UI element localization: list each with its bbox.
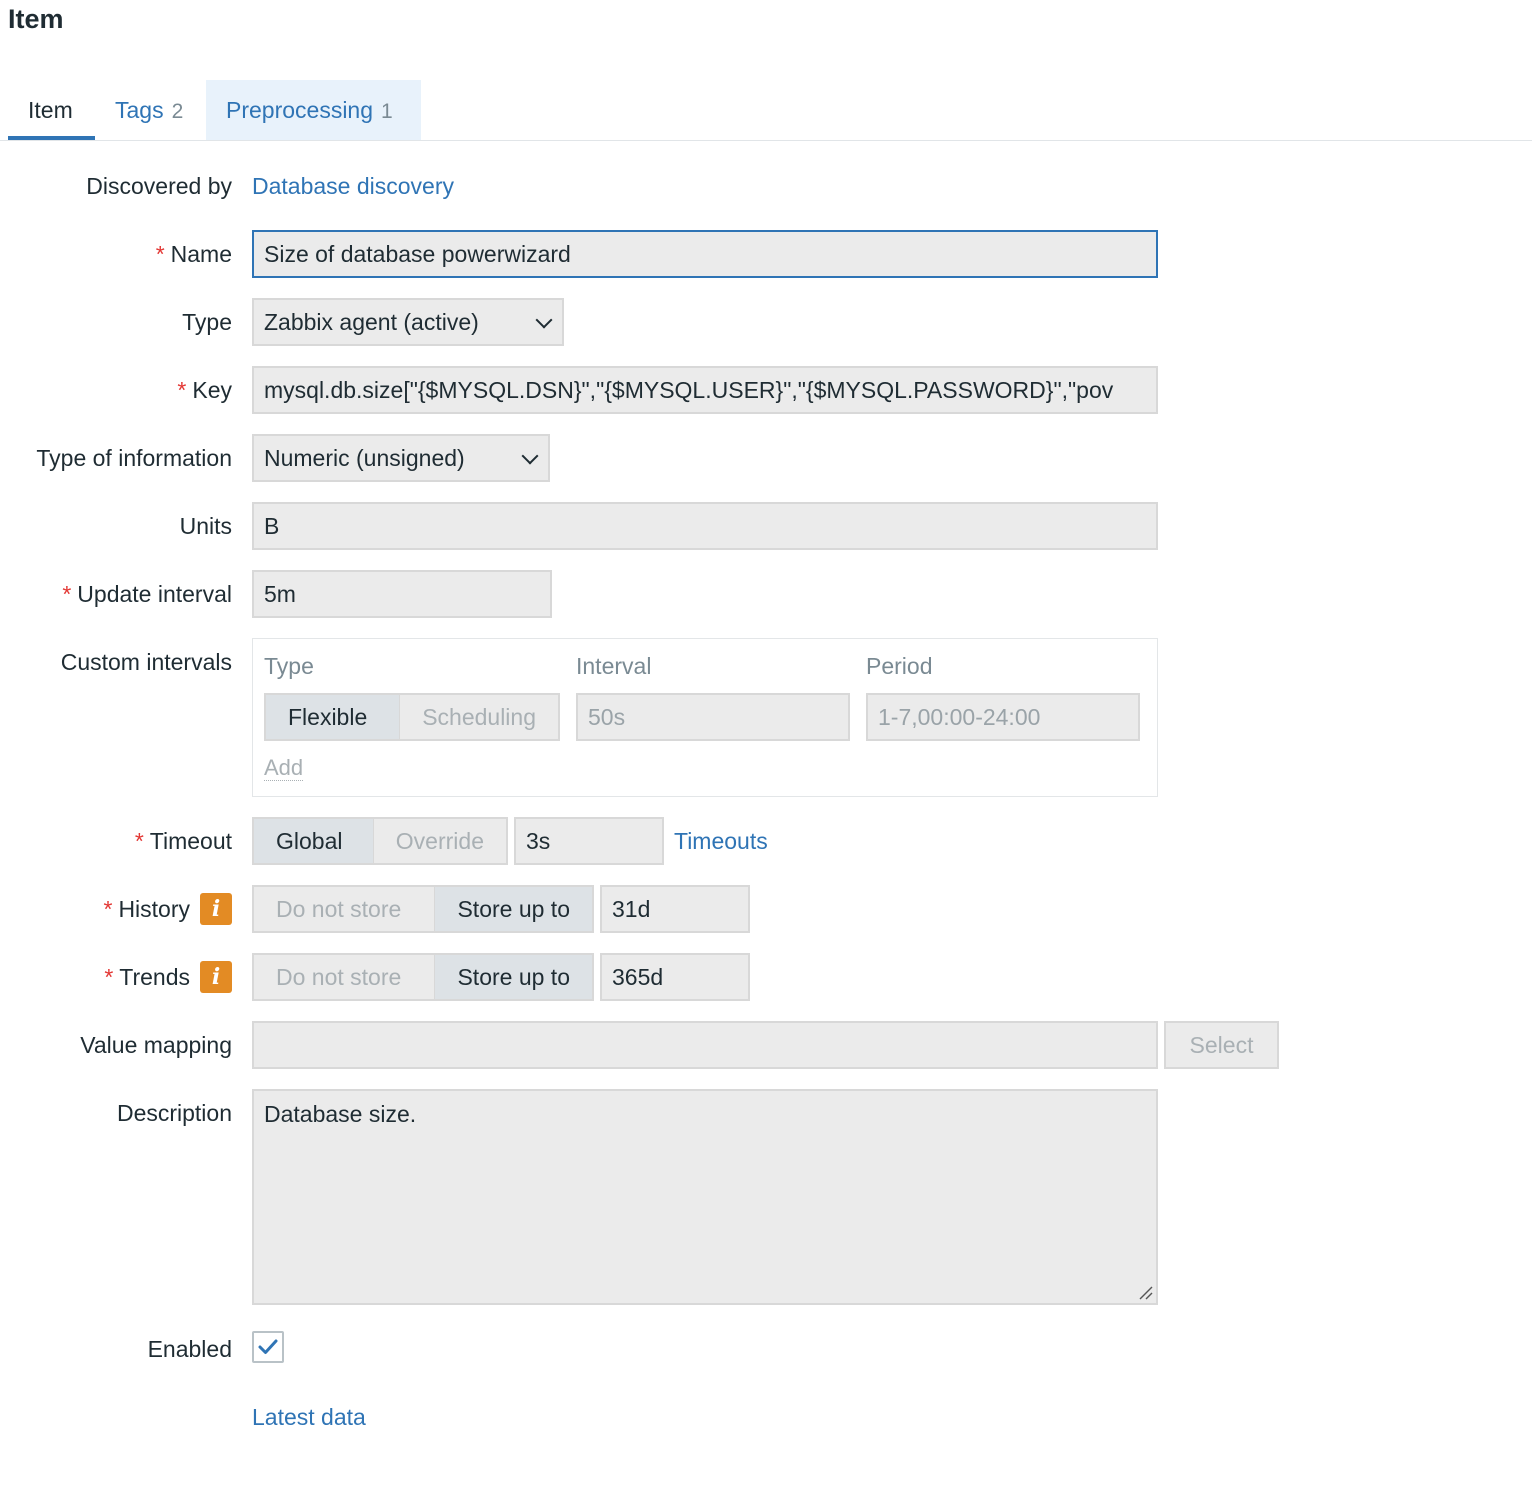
history-label: * History: [103, 895, 190, 923]
value-mapping-label: Value mapping: [80, 1032, 232, 1058]
discovery-rule-link[interactable]: Database discovery: [252, 172, 454, 200]
type-label: Type: [182, 309, 232, 335]
checkmark-icon: [258, 1339, 278, 1354]
timeouts-link[interactable]: Timeouts: [674, 827, 768, 855]
required-marker: *: [177, 377, 187, 403]
flexible-option[interactable]: Flexible: [266, 695, 400, 739]
timeout-override-option[interactable]: Override: [372, 819, 506, 863]
custom-interval-type-toggle: Flexible Scheduling: [264, 693, 560, 741]
type-of-information-label: Type of information: [36, 445, 232, 471]
chevron-down-icon: [521, 447, 539, 465]
discovered-by-label: Discovered by: [86, 173, 232, 199]
history-do-not-store-option[interactable]: Do not store: [254, 887, 435, 931]
tab-tags[interactable]: Tags 2: [95, 80, 203, 140]
add-custom-interval-link[interactable]: Add: [264, 754, 304, 781]
timeout-label: * Timeout: [135, 827, 232, 855]
required-marker: *: [155, 241, 165, 267]
tab-preprocessing-label: Preprocessing: [226, 97, 374, 123]
active-tab-indicator: [8, 136, 95, 140]
trends-label-text: Trends: [119, 964, 190, 990]
latest-data-link[interactable]: Latest data: [252, 1403, 366, 1431]
tab-preprocessing-count: 1: [381, 100, 393, 123]
tab-tags-label: Tags: [115, 97, 164, 123]
custom-intervals-interval-header: Interval: [576, 653, 652, 679]
type-select-value: Zabbix agent (active): [264, 309, 479, 335]
custom-intervals-type-header: Type: [264, 653, 314, 679]
custom-period-input[interactable]: 1-7,00:00-24:00: [866, 693, 1140, 741]
trends-store-up-to-option[interactable]: Store up to: [434, 955, 592, 999]
enabled-label: Enabled: [147, 1336, 232, 1362]
custom-intervals-label: Custom intervals: [60, 649, 232, 675]
tabs-divider: [0, 140, 1532, 141]
required-marker: *: [62, 581, 72, 607]
key-input[interactable]: mysql.db.size["{$MYSQL.DSN}","{$MYSQL.US…: [252, 366, 1158, 414]
resize-grip-icon[interactable]: [1137, 1284, 1153, 1300]
tab-item[interactable]: Item: [8, 80, 93, 140]
info-icon[interactable]: i: [200, 893, 232, 925]
description-textarea[interactable]: Database size.: [252, 1089, 1158, 1305]
trends-mode-toggle: Do not store Store up to: [252, 953, 594, 1001]
key-label-text: Key: [192, 377, 232, 403]
history-label-text: History: [118, 896, 190, 922]
tab-item-label: Item: [28, 97, 73, 123]
units-label: Units: [179, 513, 232, 539]
page-title: Item: [8, 4, 64, 34]
timeout-label-text: Timeout: [149, 828, 232, 854]
value-mapping-input[interactable]: [252, 1021, 1158, 1069]
enabled-checkbox[interactable]: [252, 1331, 284, 1363]
custom-intervals-period-header: Period: [866, 653, 933, 679]
tab-preprocessing[interactable]: Preprocessing 1: [206, 80, 421, 140]
history-input[interactable]: 31d: [600, 885, 750, 933]
tab-tags-count: 2: [171, 100, 184, 123]
name-label-text: Name: [170, 241, 232, 267]
description-text: Database size.: [264, 1101, 417, 1127]
description-label: Description: [116, 1100, 232, 1126]
history-store-up-to-option[interactable]: Store up to: [434, 887, 592, 931]
units-input[interactable]: B: [252, 502, 1158, 550]
scheduling-option[interactable]: Scheduling: [399, 695, 558, 739]
trends-input[interactable]: 365d: [600, 953, 750, 1001]
add-custom-interval-label: Add: [264, 755, 304, 781]
type-select[interactable]: Zabbix agent (active): [252, 298, 564, 346]
trends-do-not-store-option[interactable]: Do not store: [254, 955, 435, 999]
value-mapping-select-button[interactable]: Select: [1164, 1021, 1279, 1069]
required-marker: *: [104, 964, 114, 990]
info-icon[interactable]: i: [200, 961, 232, 993]
type-of-information-select[interactable]: Numeric (unsigned): [252, 434, 550, 482]
timeout-input[interactable]: 3s: [514, 817, 664, 865]
required-marker: *: [134, 828, 144, 854]
update-interval-label: * Update interval: [62, 580, 232, 608]
history-mode-toggle: Do not store Store up to: [252, 885, 594, 933]
name-label: * Name: [156, 240, 232, 268]
type-of-information-value: Numeric (unsigned): [264, 445, 465, 471]
update-interval-input[interactable]: 5m: [252, 570, 552, 618]
name-input[interactable]: Size of database powerwizard: [252, 230, 1158, 278]
required-marker: *: [103, 896, 113, 922]
timeout-global-option[interactable]: Global: [254, 819, 373, 863]
timeout-mode-toggle: Global Override: [252, 817, 508, 865]
update-interval-label-text: Update interval: [77, 581, 232, 607]
trends-label: * Trends: [104, 963, 190, 991]
custom-interval-input[interactable]: 50s: [576, 693, 850, 741]
key-label: * Key: [177, 376, 232, 404]
chevron-down-icon: [535, 311, 553, 329]
